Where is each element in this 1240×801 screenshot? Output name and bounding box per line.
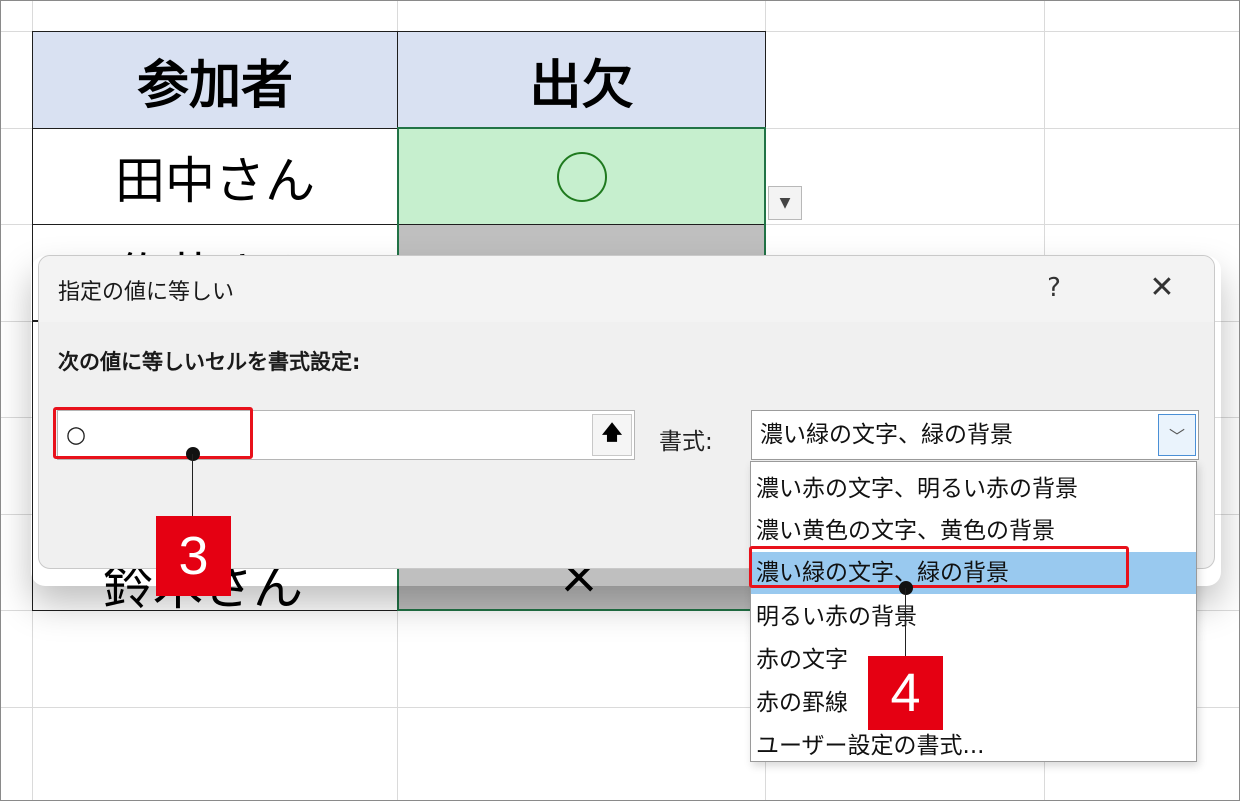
chevron-down-icon[interactable]: ﹀ [1158, 414, 1196, 456]
format-option[interactable]: 明るい赤の背景 [751, 596, 1196, 638]
format-option[interactable]: 濃い赤の文字、明るい赤の背景 [751, 468, 1196, 510]
callout-leader [905, 588, 906, 658]
format-option[interactable]: 濃い黄色の文字、黄色の背景 [751, 510, 1196, 552]
format-select[interactable]: 濃い緑の文字、緑の背景 [751, 410, 1199, 460]
close-button[interactable]: ✕ [1142, 268, 1182, 308]
format-option[interactable]: 赤の文字 [751, 639, 1196, 681]
circle-mark-icon [556, 151, 607, 202]
format-options-list: 濃い赤の文字、明るい赤の背景 濃い黄色の文字、黄色の背景 濃い緑の文字、緑の背景… [750, 461, 1197, 762]
dialog-titlebar: 指定の値に等しい ? ✕ [39, 256, 1214, 322]
cell-status-row1[interactable] [397, 128, 766, 225]
value-input[interactable]: ○ [57, 410, 635, 460]
header-participant[interactable]: 参加者 [32, 31, 398, 129]
format-option[interactable]: ユーザー設定の書式... [751, 725, 1196, 767]
callout-dot [899, 581, 913, 595]
screenshot-frame: 参加者 出欠 田中さん 佐藤さん 鈴木さん × ▼ 指定の値に等しい ? ✕ 次… [0, 0, 1240, 801]
dialog-prompt: 次の値に等しいセルを書式設定: [58, 350, 361, 374]
step-4-badge: 4 [868, 656, 943, 730]
help-button[interactable]: ? [1039, 268, 1069, 308]
format-option[interactable]: 赤の罫線 [751, 682, 1196, 724]
format-option-selected[interactable]: 濃い緑の文字、緑の背景 [751, 552, 1196, 594]
dropdown-arrow-icon[interactable]: ▼ [768, 186, 802, 220]
header-attendance[interactable]: 出欠 [397, 31, 766, 129]
format-label: 書式: [659, 429, 713, 455]
callout-leader [192, 454, 193, 518]
dialog-title: 指定の値に等しい [58, 280, 235, 305]
upload-arrow-icon[interactable]: 🡅 [592, 414, 632, 456]
step-3-badge: 3 [156, 516, 231, 596]
callout-dot [186, 447, 200, 461]
cell-name-row1[interactable]: 田中さん [32, 128, 398, 225]
